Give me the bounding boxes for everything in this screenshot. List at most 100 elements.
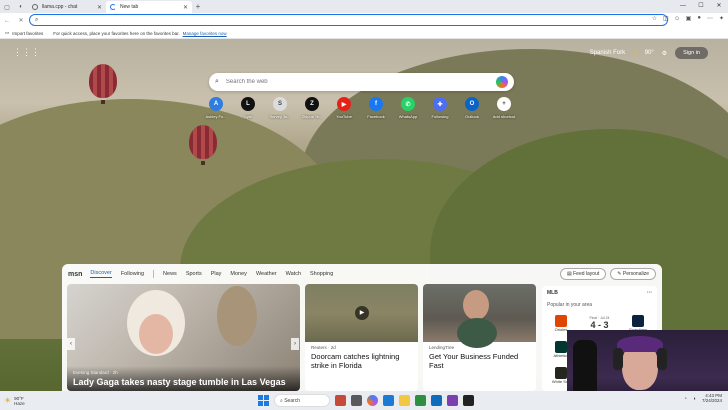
taskbar-weather[interactable]: ☀ 90°F Haze bbox=[4, 396, 25, 406]
manage-favorites-link[interactable]: Manage favorites now bbox=[183, 31, 227, 36]
quick-link[interactable]: ✚ Following bbox=[424, 97, 456, 119]
workspaces-icon[interactable]: ◐ bbox=[14, 1, 28, 13]
tab-new-tab[interactable]: New tab ✕ bbox=[106, 1, 192, 13]
store-icon[interactable] bbox=[431, 395, 442, 406]
news-image: Evening Standard · 2h Lady Gaga takes na… bbox=[67, 284, 300, 391]
favorites-icon[interactable]: ✩ bbox=[675, 15, 680, 22]
taskbar: ☀ 90°F Haze ⌕ Search ◔ ◖ 4:43 PM 7/24/20… bbox=[0, 391, 728, 410]
import-icon: ▭ bbox=[5, 30, 10, 35]
quick-link[interactable]: S Survey Ju... bbox=[264, 97, 296, 119]
news-headline[interactable]: Get Your Business Funded Fast bbox=[423, 350, 536, 372]
web-search-box[interactable]: ⌕ bbox=[209, 73, 514, 91]
quick-link[interactable]: A Ashley Fu... bbox=[200, 97, 232, 119]
feed-nav-sports[interactable]: Sports bbox=[186, 271, 202, 277]
clock[interactable]: 4:43 PM 7/24/2024 bbox=[702, 393, 722, 404]
game-score: Final · Jul 24 4 - 3 bbox=[575, 316, 624, 330]
more-icon[interactable]: ⋯ bbox=[707, 15, 713, 22]
news-card-doorcam[interactable]: ▶ Reuters · 2d Doorcam catches lightning… bbox=[305, 284, 418, 391]
toolbar-icons: ☆ ◫ ✩ ▣ ● ⋯ ✦ bbox=[652, 15, 724, 22]
streamer-hat bbox=[617, 336, 663, 352]
web-search-input[interactable] bbox=[225, 79, 496, 85]
feed-nav-discover[interactable]: Discover bbox=[90, 270, 112, 278]
quick-link[interactable]: f Facebook bbox=[360, 97, 392, 119]
headphone bbox=[613, 348, 623, 370]
new-tab-button[interactable]: + bbox=[192, 1, 204, 13]
feed-nav-watch[interactable]: Watch bbox=[286, 271, 301, 277]
app-icon[interactable] bbox=[335, 395, 346, 406]
quick-link[interactable]: + Add shortcut bbox=[488, 97, 520, 119]
globe-icon bbox=[32, 4, 38, 10]
feed-nav-play[interactable]: Play bbox=[211, 271, 222, 277]
wifi-icon[interactable]: ◔ bbox=[684, 396, 687, 402]
feed-nav-money[interactable]: Money bbox=[230, 271, 247, 277]
maximize-button[interactable]: ☐ bbox=[692, 0, 710, 13]
profile-icon[interactable]: ● bbox=[697, 15, 701, 22]
quick-links: A Ashley Fu... L Lyst S Survey Ju... Z Zhipus T… bbox=[200, 97, 520, 119]
temperature-text[interactable]: 90° bbox=[645, 50, 654, 56]
minimize-button[interactable]: — bbox=[674, 0, 692, 13]
copilot-icon[interactable]: ✦ bbox=[719, 15, 724, 22]
windows-start-icon[interactable] bbox=[258, 395, 269, 406]
feed-layout-button[interactable]: ▤ Feed layout bbox=[560, 268, 607, 280]
quick-link-icon: L bbox=[241, 97, 255, 111]
feed-nav-following[interactable]: Following bbox=[121, 271, 144, 277]
app-icon[interactable] bbox=[447, 395, 458, 406]
app-icon[interactable] bbox=[415, 395, 426, 406]
tab-llama-chat[interactable]: llama.cpp - chat ✕ bbox=[28, 1, 106, 13]
home-team: Orioles bbox=[547, 314, 575, 332]
feed-nav-shopping[interactable]: Shopping bbox=[310, 271, 333, 277]
quick-link[interactable]: O Outlook bbox=[456, 97, 488, 119]
collections-icon[interactable]: ▣ bbox=[686, 15, 692, 22]
location-text[interactable]: Spanish Fork bbox=[590, 50, 625, 56]
scores-header: MLB ··· bbox=[547, 290, 652, 296]
terminal-icon[interactable] bbox=[463, 395, 474, 406]
split-screen-icon[interactable]: ◫ bbox=[663, 15, 669, 22]
task-view-icon[interactable] bbox=[351, 395, 362, 406]
next-arrow-icon[interactable]: › bbox=[291, 338, 299, 350]
favorites-message: For quick access, place your favorites h… bbox=[53, 30, 180, 36]
copilot-icon[interactable] bbox=[496, 76, 508, 88]
apps-grid-icon[interactable]: ⋮⋮⋮ bbox=[13, 47, 40, 58]
feed-nav-weather[interactable]: Weather bbox=[256, 271, 277, 277]
quick-link-label: Add shortcut bbox=[492, 114, 516, 119]
scores-subtitle: Popular in your area bbox=[547, 302, 593, 308]
favorite-star-icon[interactable]: ☆ bbox=[652, 15, 657, 22]
tab-actions-icon[interactable]: ▢ bbox=[0, 1, 14, 13]
quick-link[interactable]: Z Zhipus Te... bbox=[296, 97, 328, 119]
copilot-icon[interactable] bbox=[367, 395, 378, 406]
more-options-icon[interactable]: ··· bbox=[647, 290, 652, 296]
file-explorer-icon[interactable] bbox=[399, 395, 410, 406]
close-tab-icon[interactable]: ✕ bbox=[183, 4, 188, 11]
feed-buttons: ▤ Feed layout ✎ Personalize bbox=[560, 268, 656, 280]
msn-logo[interactable]: msn bbox=[68, 271, 82, 278]
news-card-lady-gaga[interactable]: Evening Standard · 2h Lady Gaga takes na… bbox=[67, 284, 300, 391]
quick-link-icon: O bbox=[465, 97, 479, 111]
quick-link-icon: + bbox=[497, 97, 511, 111]
taskbar-search[interactable]: ⌕ Search bbox=[274, 394, 330, 407]
close-window-button[interactable]: ✕ bbox=[710, 0, 728, 13]
import-favorites-button[interactable]: Import favorites bbox=[12, 31, 43, 36]
settings-icon[interactable]: ⚙ bbox=[662, 50, 667, 57]
quick-link[interactable]: ✆ WhatsApp bbox=[392, 97, 424, 119]
news-card-lendingtree[interactable]: LendingTree Get Your Business Funded Fas… bbox=[423, 284, 536, 391]
close-tab-icon[interactable]: ✕ bbox=[97, 4, 102, 11]
previous-arrow-icon[interactable]: ‹ bbox=[67, 338, 75, 350]
quick-link[interactable]: L Lyst bbox=[232, 97, 264, 119]
news-image: ▶ bbox=[305, 284, 418, 342]
quick-link[interactable]: ▶ YouTube bbox=[328, 97, 360, 119]
personalize-button[interactable]: ✎ Personalize bbox=[610, 268, 656, 280]
address-bar[interactable]: ⌕ bbox=[29, 14, 668, 26]
back-icon[interactable]: ← bbox=[0, 18, 14, 24]
volume-icon[interactable]: ◖ bbox=[693, 396, 696, 402]
edge-icon[interactable] bbox=[383, 395, 394, 406]
hot-air-balloon bbox=[189, 125, 217, 159]
address-input[interactable] bbox=[42, 17, 667, 23]
refresh-icon[interactable]: ✕ bbox=[14, 17, 28, 24]
news-headline[interactable]: Lady Gaga takes nasty stage tumble in La… bbox=[73, 377, 294, 387]
news-headline[interactable]: Doorcam catches lightning strike in Flor… bbox=[305, 350, 418, 372]
play-icon[interactable]: ▶ bbox=[355, 306, 369, 320]
league-label[interactable]: MLB bbox=[547, 290, 558, 296]
header-right: Spanish Fork ● 90° ⚙ Sign in bbox=[590, 47, 708, 59]
sign-in-button[interactable]: Sign in bbox=[675, 47, 708, 59]
feed-nav-news[interactable]: News bbox=[163, 271, 177, 277]
